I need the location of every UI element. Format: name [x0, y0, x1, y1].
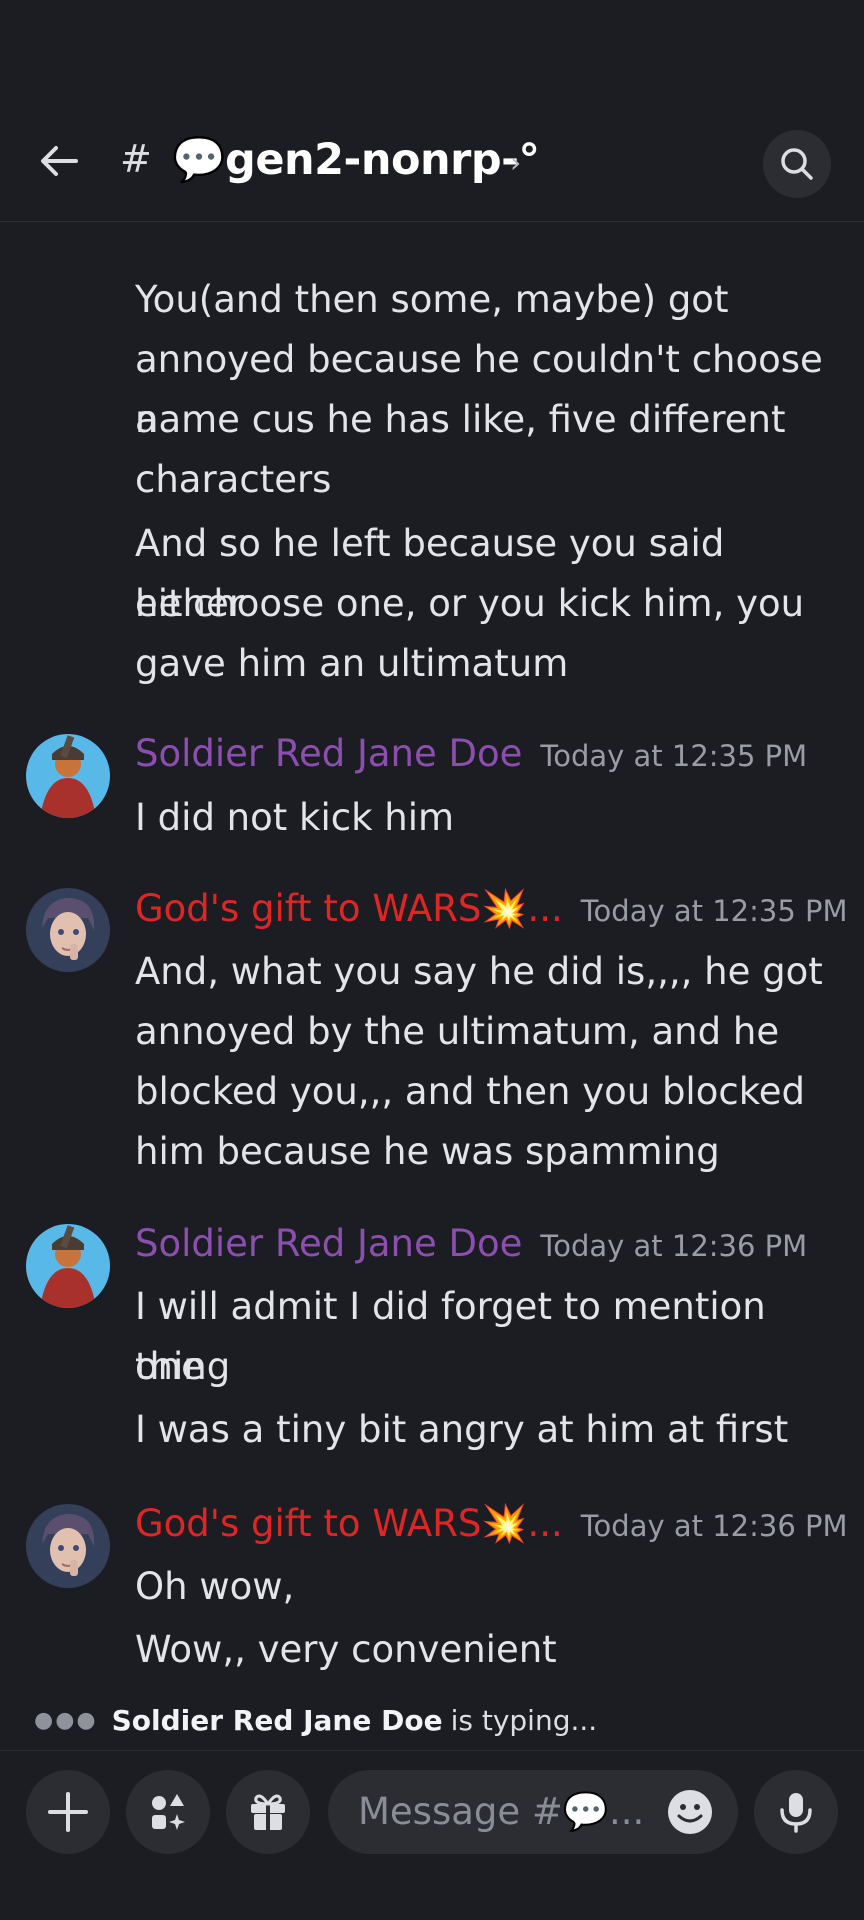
- avatar-gods-gift[interactable]: [26, 1504, 110, 1588]
- typing-indicator: ●●● Soldier Red Jane Doe is typing...: [34, 1704, 597, 1737]
- message-list[interactable]: You(and then some, maybe) got annoyed be…: [0, 222, 864, 1692]
- apps-icon: [152, 1794, 185, 1830]
- avatar-gods-gift[interactable]: [26, 888, 110, 972]
- message-text: And, what you say he did is,,,, he got: [135, 950, 823, 993]
- message-text: I was a tiny bit angry at him at first: [135, 1408, 789, 1451]
- message-text: I did not kick him: [135, 796, 455, 839]
- message-text: annoyed by the ultimatum, and he: [135, 1010, 780, 1053]
- message-header: God's gift to WARS💥... Today at 12:36 PM: [135, 1502, 848, 1562]
- timestamp: Today at 12:36 PM: [580, 1509, 848, 1543]
- timestamp: Today at 12:35 PM: [540, 739, 808, 773]
- author-name[interactable]: God's gift to WARS💥...: [135, 1502, 563, 1546]
- typing-text: is typing...: [450, 1704, 598, 1737]
- attach-button[interactable]: [26, 1770, 110, 1854]
- message-header: Soldier Red Jane Doe Today at 12:36 PM: [135, 1222, 807, 1282]
- message-text: gave him an ultimatum: [135, 642, 569, 685]
- message-text: You(and then some, maybe) got: [135, 278, 729, 321]
- emoji-icon: [668, 1790, 712, 1834]
- plus-icon: [48, 1792, 88, 1832]
- message-text: thing: [135, 1345, 231, 1388]
- search-button[interactable]: [763, 130, 831, 198]
- message-text: blocked you,,, and then you blocked: [135, 1070, 806, 1113]
- avatar-soldier[interactable]: [26, 1224, 110, 1308]
- message-text: name cus he has like, five different: [135, 398, 786, 441]
- timestamp: Today at 12:36 PM: [540, 1229, 808, 1263]
- message-input[interactable]: Message #💬...: [328, 1770, 738, 1854]
- author-name[interactable]: Soldier Red Jane Doe: [135, 732, 522, 775]
- apps-button[interactable]: [126, 1770, 210, 1854]
- back-button[interactable]: [34, 136, 84, 186]
- avatar-soldier[interactable]: [26, 734, 110, 818]
- chevron-right-icon[interactable]: ›: [510, 146, 521, 179]
- channel-hash-icon: #: [120, 137, 152, 181]
- message-header: God's gift to WARS💥... Today at 12:35 PM: [135, 887, 848, 947]
- microphone-icon: [780, 1793, 812, 1833]
- message-text: Oh wow,: [135, 1565, 295, 1608]
- gift-icon: [251, 1794, 285, 1830]
- typing-user: Soldier Red Jane Doe: [111, 1704, 443, 1737]
- message-text: he choose one, or you kick him, you: [135, 582, 805, 625]
- message-text: him because he was spamming: [135, 1130, 720, 1173]
- composer-divider: [0, 1750, 864, 1751]
- channel-name[interactable]: 💬gen2-nonrp-°: [172, 135, 540, 185]
- channel-header: # 💬gen2-nonrp-° ›: [0, 0, 864, 222]
- message-header: Soldier Red Jane Doe Today at 12:35 PM: [135, 732, 807, 792]
- message-text: Wow,, very convenient: [135, 1628, 557, 1671]
- voice-button[interactable]: [754, 1770, 838, 1854]
- author-name[interactable]: God's gift to WARS💥...: [135, 887, 563, 931]
- back-arrow-icon: [41, 146, 78, 176]
- message-placeholder: Message #💬...: [358, 1790, 645, 1833]
- timestamp: Today at 12:35 PM: [580, 894, 848, 928]
- typing-dots-icon: ●●●: [34, 1708, 98, 1733]
- search-icon: [781, 148, 813, 180]
- gift-button[interactable]: [226, 1770, 310, 1854]
- message-text: characters: [135, 458, 332, 501]
- emoji-button[interactable]: [666, 1788, 714, 1836]
- author-name[interactable]: Soldier Red Jane Doe: [135, 1222, 522, 1265]
